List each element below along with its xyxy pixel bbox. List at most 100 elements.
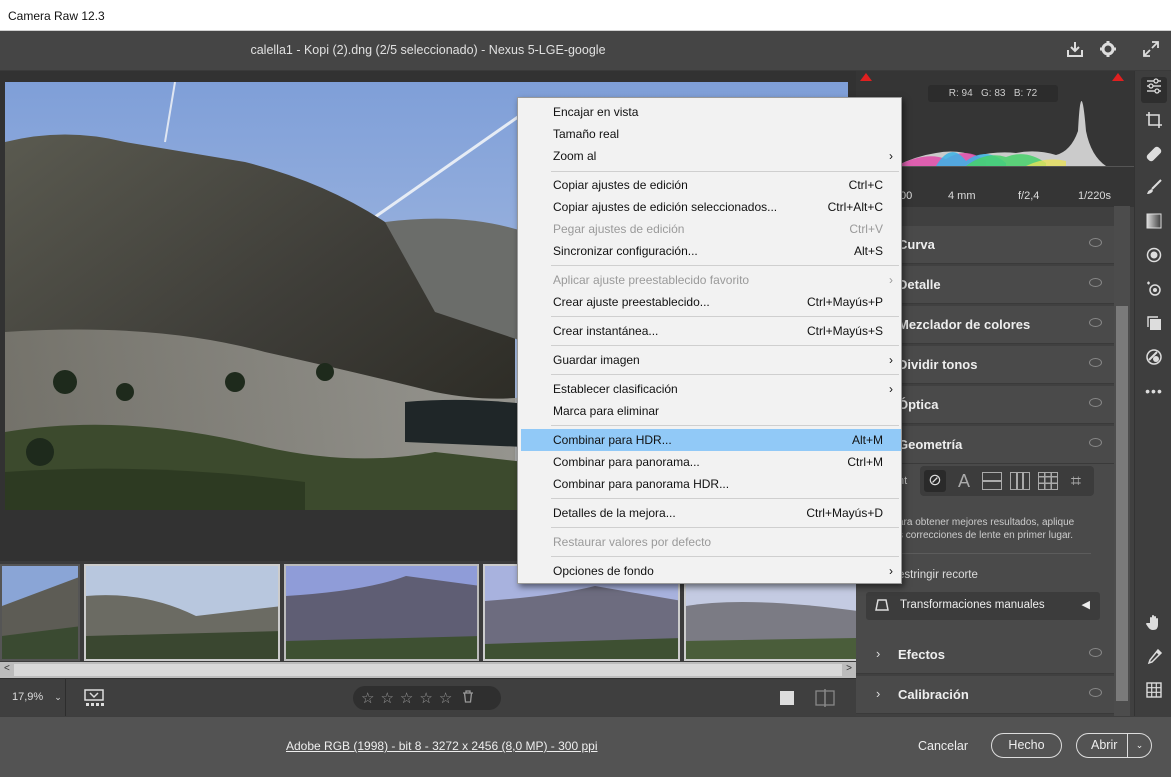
before-after-icon[interactable] [815,689,835,707]
visibility-eye-icon[interactable] [1089,358,1102,367]
brush-icon[interactable] [1141,178,1167,204]
menu-item-sync-settings[interactable]: Sincronizar configuración... Alt+S [521,240,901,262]
menu-item-create-snapshot[interactable]: Crear instantánea... Ctrl+Mayús+S [521,320,901,342]
collapse-triangle-icon[interactable]: ◀ [1082,598,1090,611]
menu-item-actual-size[interactable]: Tamaño real [521,123,901,145]
menu-item-copy-settings[interactable]: Copiar ajustes de edición Ctrl+C [521,174,901,196]
menu-item-create-preset[interactable]: Crear ajuste preestablecido... Ctrl+Mayús… [521,291,901,313]
scroll-left-icon[interactable]: < [4,663,10,674]
red-eye-icon[interactable] [1141,280,1167,306]
file-info: calella1 - Kopi (2).dng (2/5 seleccionad… [250,43,606,57]
filmstrip-thumbnail[interactable] [0,564,80,661]
visibility-eye-icon[interactable] [1089,318,1102,327]
menu-item-save-image[interactable]: Guardar imagen › [521,349,901,371]
submenu-arrow-icon: › [889,564,893,578]
upright-full-icon[interactable] [1038,472,1058,490]
snapshots-icon[interactable] [1141,314,1167,340]
cancel-button[interactable]: Cancelar [918,739,968,753]
menu-item-label: Pegar ajustes de edición [553,222,685,236]
menu-item-label: Restaurar valores por defecto [553,535,712,549]
upright-off-icon[interactable]: ⊘ [924,470,946,492]
upright-buttons: ⊘ A ⌗ [920,466,1094,496]
edit-sliders-icon[interactable] [1141,77,1167,103]
menu-item-merge-hdr[interactable]: Combinar para HDR... Alt+M [521,429,901,451]
eyedropper-icon[interactable] [1141,648,1167,674]
shadow-clipping-icon[interactable] [860,73,872,81]
menu-separator [551,527,899,528]
filmstrip-toggle-icon[interactable] [84,689,106,707]
visibility-eye-icon[interactable] [1089,688,1102,697]
section-label: Óptica [898,397,939,412]
settings-gear-icon[interactable] [1097,40,1119,62]
filmstrip-thumbnail[interactable] [84,564,280,661]
scrollbar-thumb[interactable] [14,664,842,676]
menu-item-label: Crear ajuste preestablecido... [553,295,710,309]
radial-filter-icon[interactable] [1141,246,1167,272]
filmstrip-thumbnail-selected[interactable] [284,564,479,661]
menu-item-shortcut: Ctrl+V [849,222,883,236]
hand-tool-icon[interactable] [1141,614,1167,640]
save-icon[interactable] [1064,40,1086,62]
scroll-right-icon[interactable]: > [846,663,852,674]
restrict-crop-checkbox[interactable]: estringir recorte [898,569,978,581]
menu-item-fit-view[interactable]: Encajar en vista [521,101,901,123]
upright-guided-icon[interactable]: ⌗ [1066,471,1086,492]
healing-bandage-icon[interactable] [1141,145,1167,171]
graduated-filter-icon[interactable] [1141,212,1167,238]
menu-item-zoom[interactable]: Zoom al › [521,145,901,167]
menu-item-enhance-details[interactable]: Detalles de la mejora... Ctrl+Mayús+D [521,502,901,524]
visibility-eye-icon[interactable] [1089,438,1102,447]
manual-transforms-row[interactable]: Transformaciones manuales ◀ [866,592,1100,620]
menu-item-set-rating[interactable]: Establecer clasificación › [521,378,901,400]
section-effects[interactable]: › Efectos [856,636,1114,674]
menu-separator [551,374,899,375]
star-icon[interactable]: ☆ [361,689,374,707]
highlight-clipping-icon[interactable] [1112,73,1124,81]
header-bar: calella1 - Kopi (2).dng (2/5 seleccionad… [0,31,1171,71]
workflow-options-link[interactable]: Adobe RGB (1998) - bit 8 - 3272 x 2456 (… [286,739,598,753]
star-icon[interactable]: ☆ [400,689,413,707]
upright-auto-icon[interactable]: A [954,471,974,492]
menu-item-shortcut: Alt+S [853,244,883,258]
menu-item-copy-selected-settings[interactable]: Copiar ajustes de edición seleccionados.… [521,196,901,218]
fullscreen-icon[interactable] [1140,40,1162,62]
upright-level-icon[interactable] [982,472,1002,490]
menu-item-merge-panorama[interactable]: Combinar para panorama... Ctrl+M [521,451,901,473]
menu-item-label: Guardar imagen [553,353,640,367]
chevron-right-icon: › [876,646,881,661]
panel-scrollbar[interactable] [1114,206,1130,716]
filmstrip-scrollbar[interactable]: < > [0,662,856,678]
menu-item-label: Combinar para HDR... [553,433,672,447]
menu-item-mark-for-deletion[interactable]: Marca para eliminar [521,400,901,422]
crop-icon[interactable] [1141,111,1167,137]
scrollbar-thumb[interactable] [1116,306,1128,701]
chevron-down-icon[interactable]: ⌄ [1127,734,1151,757]
section-label: Dividir tonos [898,357,978,372]
visibility-eye-icon[interactable] [1089,238,1102,247]
upright-vertical-icon[interactable] [1010,472,1030,490]
visibility-eye-icon[interactable] [1089,278,1102,287]
menu-item-label: Copiar ajustes de edición seleccionados.… [553,200,778,214]
grid-toggle-icon[interactable] [1141,681,1167,707]
menu-item-background-options[interactable]: Opciones de fondo › [521,560,901,582]
menu-item-shortcut: Ctrl+Mayús+S [806,324,883,338]
open-button[interactable]: Abrir ⌄ [1076,733,1152,758]
star-icon[interactable]: ☆ [419,689,432,707]
star-icon[interactable]: ☆ [380,689,393,707]
zoom-dropdown[interactable]: 17,9% ⌄ [0,679,66,717]
visibility-eye-icon[interactable] [1089,398,1102,407]
presets-icon[interactable] [1141,348,1167,374]
done-button[interactable]: Hecho [991,733,1062,758]
hint-line: s correcciones de lente en primer lugar. [898,530,1074,541]
menu-item-label: Combinar para panorama HDR... [553,477,730,491]
visibility-eye-icon[interactable] [1089,648,1102,657]
more-options-icon[interactable]: ••• [1141,378,1167,404]
menu-separator [551,345,899,346]
section-calibration[interactable]: › Calibración [856,676,1114,714]
menu-item-merge-hdr-panorama[interactable]: Combinar para panorama HDR... [521,473,901,495]
star-icon[interactable]: ☆ [439,689,452,707]
menu-item-label: Combinar para panorama... [553,455,700,469]
background-option-icon[interactable] [780,691,794,705]
trash-icon[interactable] [462,689,474,707]
zoom-value: 17,9% [12,691,44,703]
